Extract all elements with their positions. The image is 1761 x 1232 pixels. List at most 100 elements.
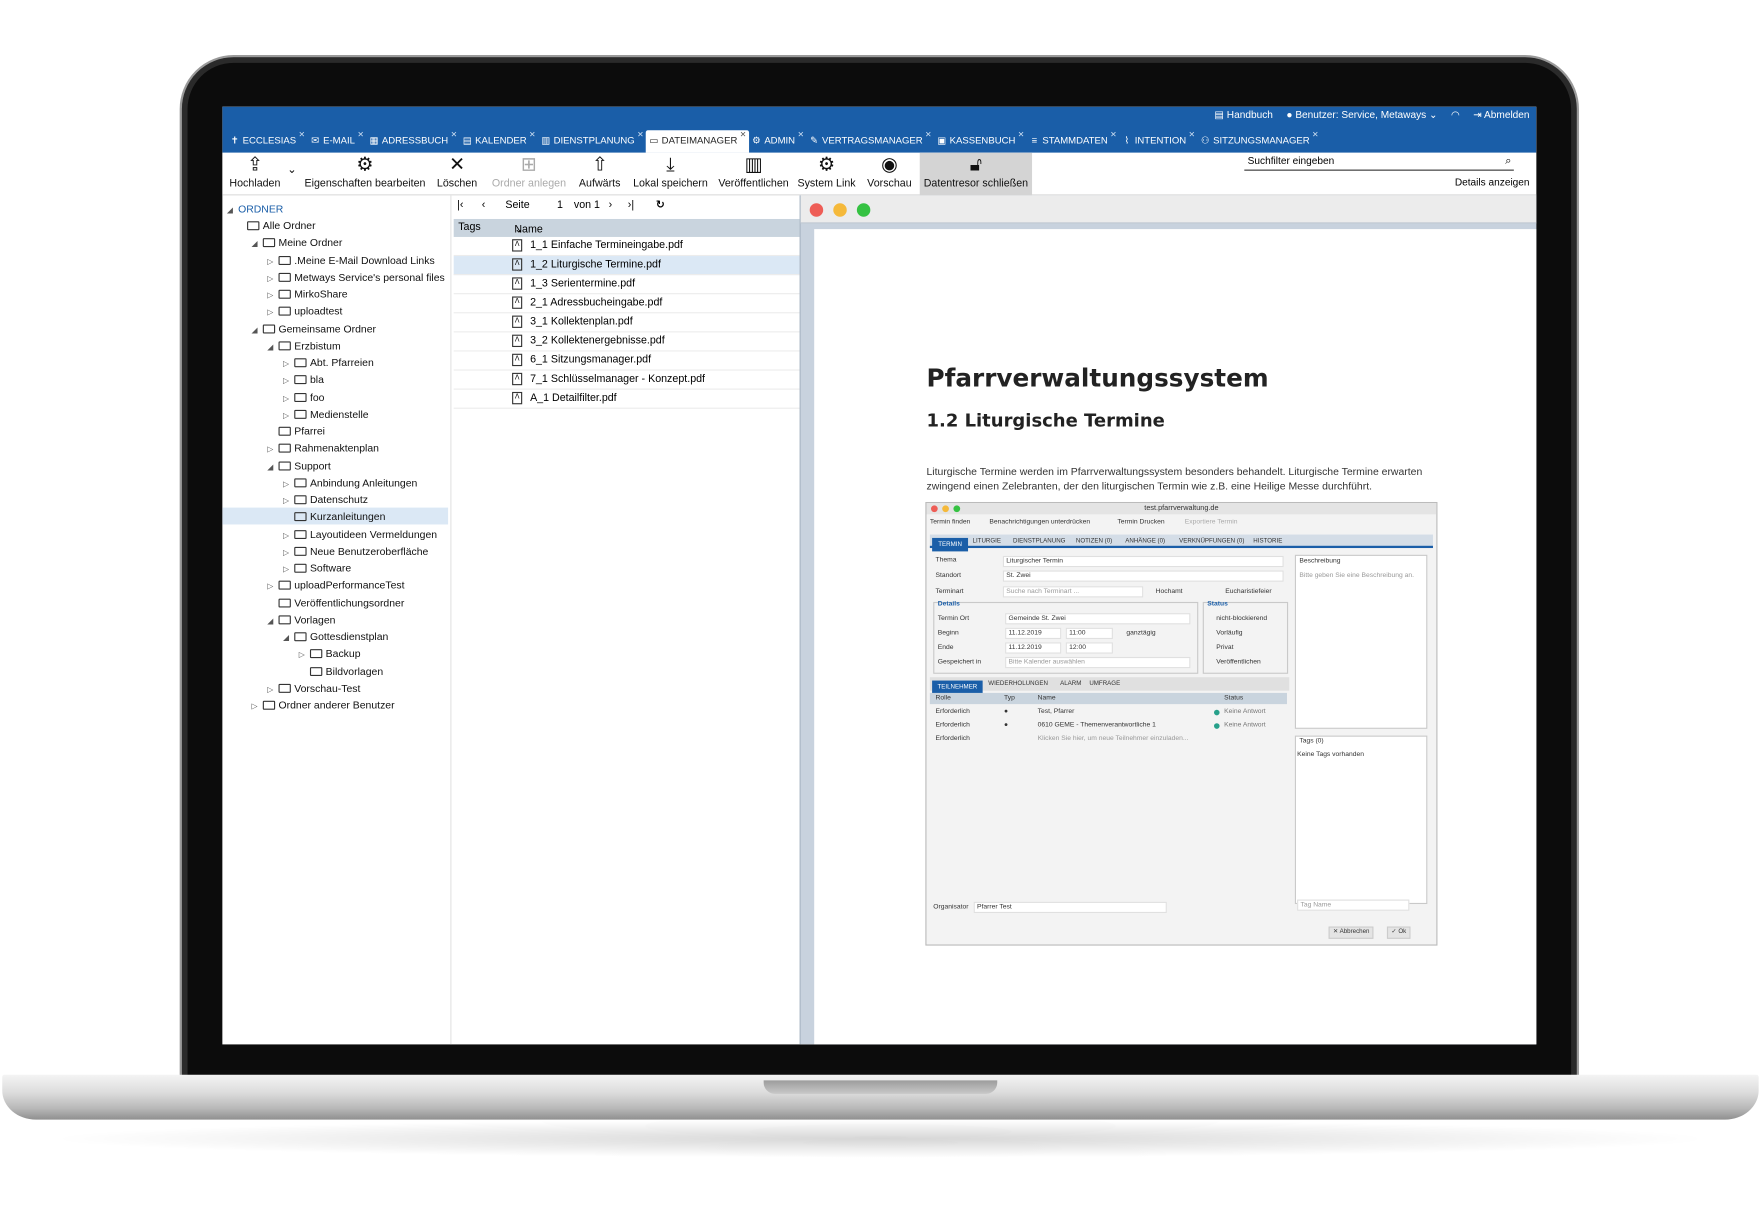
upload-dropdown[interactable]: ⌄ [285,164,298,177]
file-row[interactable]: ᐱ 7_1 Schlüsselmanager - Konzept.pdf [453,371,802,390]
tree-item[interactable]: ◢ Gemeinsame Ordner [252,321,376,338]
prev-page-icon[interactable]: ‹ [482,199,486,211]
caret-collapsed-icon[interactable]: ▷ [267,287,278,304]
tab-kassenbuch[interactable]: ▣ KASSENBUCH ✕ [934,130,1027,152]
next-page-icon[interactable]: › [609,199,613,211]
col-tags[interactable]: Tags [458,221,481,233]
first-page-icon[interactable]: |‹ [457,199,463,211]
tab-close-icon[interactable]: ✕ [1018,130,1025,139]
tree-item[interactable]: ▷ Rahmenaktenplan [267,441,379,458]
user-dropdown[interactable]: ● Benutzer: Service, Metaways ⌄ [1286,109,1437,121]
logout-link[interactable]: ⇥ Abmelden [1473,109,1529,121]
tree-item[interactable]: ▷ MirkoShare [267,286,347,303]
tab-dienstplanung[interactable]: ▥ DIENSTPLANUNG ✕ [538,130,646,152]
tab-close-icon[interactable]: ✕ [740,130,747,139]
caret-collapsed-icon[interactable]: ▷ [299,647,310,664]
tab-e-mail[interactable]: ✉ E-MAIL ✕ [307,130,366,152]
tree-item[interactable]: ▷ uploadtest [267,303,342,320]
tab-close-icon[interactable]: ✕ [797,130,804,139]
vault-close-button[interactable]: 🔓︎ Datentresor schließen [919,152,1033,196]
caret-expanded-icon[interactable]: ◢ [252,322,263,339]
tree-item[interactable]: ◢ Gottesdienstplan [283,629,388,646]
caret-collapsed-icon[interactable]: ▷ [283,390,294,407]
close-window-icon[interactable] [809,203,824,217]
caret-collapsed-icon[interactable]: ▷ [283,493,294,510]
tree-item[interactable]: ▷ Neue Benutzeroberfläche [283,543,428,560]
delete-button[interactable]: ✕ Löschen [435,153,480,196]
caret-expanded-icon[interactable]: ◢ [267,339,278,356]
tree-item[interactable]: ▷ Metways Service's personal files [267,269,444,286]
file-row[interactable]: ᐱ 3_2 Kollektenergebnisse.pdf [453,332,802,352]
refresh-icon[interactable]: ↻ [656,199,665,211]
tab-close-icon[interactable]: ✕ [925,130,932,139]
tree-item[interactable]: ▷ .Meine E-Mail Download Links [267,252,434,269]
tree-item[interactable]: ◢ Erzbistum [267,338,340,355]
tab-close-icon[interactable]: ✕ [299,130,306,139]
edit-properties-button[interactable]: ⚙ Eigenschaften bearbeiten [303,153,427,196]
tree-item[interactable]: ◢ Vorlagen [267,612,335,629]
tab-dateimanager[interactable]: ▭ DATEIMANAGER ✕ [645,130,749,153]
tree-item[interactable]: ▷ Software [283,560,351,577]
save-local-button[interactable]: ⤓ Lokal speichern [631,153,710,196]
tab-close-icon[interactable]: ✕ [357,130,364,139]
caret-expanded-icon[interactable]: ◢ [283,630,294,647]
page-number-input[interactable]: 1 [557,199,563,211]
tab-sitzungsmanager[interactable]: ⚇ SITZUNGSMANAGER ✕ [1197,130,1320,152]
tab-vertragsmanager[interactable]: ✎ VERTRAGSMANAGER ✕ [806,130,934,152]
caret-collapsed-icon[interactable]: ▷ [283,527,294,544]
tree-item[interactable]: ▷ foo [283,389,324,406]
handbuch-link[interactable]: ▤ Handbuch [1214,109,1272,121]
tree-item[interactable]: ▷ Ordner anderer Benutzer [252,697,395,714]
file-row[interactable]: ᐱ 6_1 Sitzungsmanager.pdf [453,352,802,371]
preview-button[interactable]: ◉ Vorschau [865,153,914,196]
tree-item[interactable]: ▷ Layoutideen Vermeldungen [283,526,437,543]
tab-kalender[interactable]: ▤ KALENDER ✕ [459,130,537,152]
caret-expanded-icon[interactable]: ◢ [267,459,278,476]
tab-close-icon[interactable]: ✕ [1189,130,1196,139]
tab-close-icon[interactable]: ✕ [1110,130,1117,139]
file-row[interactable]: ᐱ 1_1 Einfache Termineingabe.pdf [453,237,802,257]
tree-root[interactable]: ◢ ORDNER [227,201,283,218]
tree-item[interactable]: ▷ bla [283,372,324,389]
caret-collapsed-icon[interactable]: ▷ [283,407,294,424]
tree-item[interactable]: ◢ Support [267,458,331,475]
caret-expanded-icon[interactable]: ◢ [267,613,278,630]
system-link-button[interactable]: ⚙ System Link [796,153,857,196]
tree-item[interactable]: Veröffentlichungsordner [267,595,404,612]
caret-collapsed-icon[interactable]: ▷ [267,681,278,698]
caret-collapsed-icon[interactable]: ▷ [267,270,278,287]
caret-collapsed-icon[interactable]: ▷ [283,476,294,493]
tree-item[interactable]: ◢ Meine Ordner [252,235,343,252]
tree-item[interactable]: ▷ Datenschutz [283,492,368,509]
tab-ecclesias[interactable]: ✝ ECCLESIAS ✕ [227,130,308,152]
caret-collapsed-icon[interactable]: ▷ [252,699,263,716]
minimize-window-icon[interactable] [833,203,847,217]
caret-expanded-icon[interactable]: ◢ [252,236,263,253]
publish-button[interactable]: ▥ Veröffentlichen [716,153,790,196]
file-row[interactable]: ᐱ 2_1 Adressbucheingabe.pdf [453,294,802,314]
tab-close-icon[interactable]: ✕ [1312,130,1319,139]
caret-collapsed-icon[interactable]: ▷ [267,253,278,270]
tree-item[interactable]: ▷ Anbindung Anleitungen [283,475,417,492]
caret-collapsed-icon[interactable]: ▷ [283,356,294,373]
tab-close-icon[interactable]: ✕ [637,130,644,139]
caret-collapsed-icon[interactable]: ▷ [283,373,294,390]
create-folder-button[interactable]: ⊞ Ordner anlegen [489,153,570,196]
file-row[interactable]: ᐱ 1_3 Serientermine.pdf [453,275,802,295]
tab-close-icon[interactable]: ✕ [451,130,458,139]
tree-item[interactable]: ▷ Medienstelle [283,406,369,423]
details-toggle[interactable]: Details anzeigen [1455,176,1530,187]
tab-intention[interactable]: ⌇ INTENTION ✕ [1119,130,1197,152]
caret-collapsed-icon[interactable]: ▷ [283,544,294,561]
tree-item[interactable]: Alle Ordner [236,218,316,235]
caret-collapsed-icon[interactable]: ▷ [267,579,278,596]
tree-item[interactable]: ▷ Abt. Pfarreien [283,355,374,372]
last-page-icon[interactable]: ›| [628,199,634,211]
file-row[interactable]: ᐱ A_1 Detailfilter.pdf [453,390,802,409]
search-input[interactable]: Suchfilter eingeben ⌕ [1244,155,1514,171]
tree-item[interactable]: Pfarrei [267,423,325,440]
caret-collapsed-icon[interactable]: ▷ [267,305,278,322]
up-button[interactable]: ⇧ Aufwärts [575,153,624,196]
tree-item[interactable]: Kurzanleitungen [283,509,385,526]
caret-collapsed-icon[interactable]: ▷ [283,562,294,579]
